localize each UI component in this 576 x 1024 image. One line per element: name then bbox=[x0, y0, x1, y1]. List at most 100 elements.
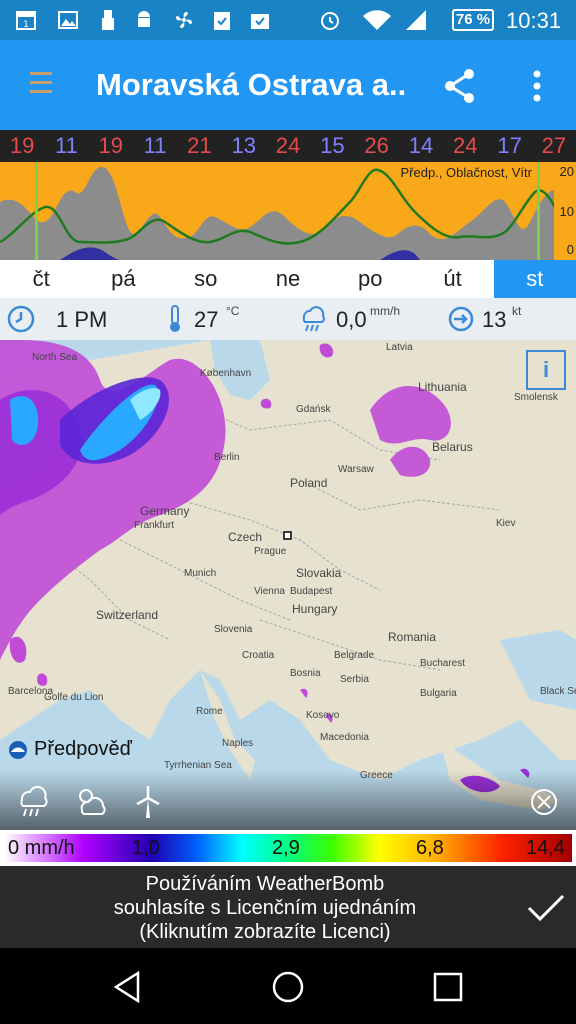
map-label: Croatia bbox=[242, 650, 275, 661]
svg-text:1: 1 bbox=[23, 20, 29, 30]
forecast-graph[interactable]: Předp., Oblačnost, Vítr 20 10 0 bbox=[0, 162, 576, 260]
wind-turbine-icon[interactable] bbox=[128, 784, 168, 820]
temperature-label: 24 bbox=[453, 133, 478, 158]
more-vert-icon[interactable] bbox=[525, 66, 549, 106]
map-label: Belarus bbox=[432, 440, 473, 454]
info-symbol: i bbox=[542, 357, 550, 382]
temperature-value: 27 bbox=[194, 307, 219, 332]
temperature-unit: °C bbox=[226, 304, 240, 318]
nav-home-icon[interactable] bbox=[270, 970, 306, 1004]
tab-day-6[interactable]: st bbox=[493, 260, 576, 298]
precipitation-color-scale: 0 mm/h 1,0 2,9 6,8 14,4 bbox=[0, 830, 576, 866]
status-bar: 1 76 % 10:31 bbox=[0, 0, 576, 40]
map-label: Slovenia bbox=[214, 624, 253, 635]
nav-recents-icon[interactable] bbox=[430, 970, 466, 1004]
info-row: 1 PM 27 °C 0,0 mm/h 13 kt bbox=[0, 298, 576, 340]
share-icon[interactable] bbox=[440, 66, 480, 106]
map-label: Serbia bbox=[340, 674, 369, 685]
selected-time: 1 PM bbox=[56, 307, 108, 332]
license-line-2: souhlasíte s Licenčním ujednáním bbox=[113, 897, 417, 919]
map-label: Switzerland bbox=[96, 608, 159, 622]
map-label: Prague bbox=[254, 546, 287, 557]
map-label: Germany bbox=[140, 504, 190, 518]
map-label: Munich bbox=[184, 568, 217, 579]
map-label: Gdańsk bbox=[296, 404, 331, 415]
map-label: København bbox=[200, 368, 252, 379]
temperature-strip: 19 11 19 11 21 13 24 15 26 14 24 17 27 bbox=[0, 130, 576, 162]
thermometer-icon bbox=[170, 305, 180, 332]
temperature-label: 17 bbox=[497, 133, 522, 158]
clock-time: 10:31 bbox=[506, 8, 562, 33]
tab-day-4[interactable]: po bbox=[329, 260, 411, 298]
check-icon[interactable] bbox=[526, 892, 566, 924]
fan-icon bbox=[175, 11, 193, 29]
map-label: Rome bbox=[196, 706, 223, 717]
radar-map[interactable]: North Sea København Latvia Lithuania Smolens… bbox=[0, 340, 576, 830]
graph-axis-bottom: 0 bbox=[566, 242, 574, 257]
graph-legend: Předp., Oblačnost, Vítr bbox=[400, 165, 532, 180]
tab-day-1[interactable]: pá bbox=[82, 260, 164, 298]
map-label: Hungary bbox=[292, 602, 338, 616]
wifi-icon bbox=[363, 10, 391, 30]
temperature-label: 21 bbox=[187, 133, 212, 158]
scale-stop-2: 2,9 bbox=[272, 837, 300, 859]
map-label: Naples bbox=[222, 738, 254, 749]
map-label: Frankfurt bbox=[134, 520, 175, 531]
map-label: Poland bbox=[290, 476, 328, 490]
map-label: Smolensk bbox=[514, 392, 558, 403]
map-label: Belgrade bbox=[334, 650, 375, 661]
scale-stop-4: 14,4 bbox=[526, 837, 565, 859]
license-banner[interactable]: Používáním WeatherBomb souhlasíte s Lice… bbox=[0, 866, 576, 948]
menu-icon[interactable] bbox=[30, 72, 52, 96]
signal-icon bbox=[406, 10, 426, 30]
map-info-button[interactable]: i bbox=[526, 350, 566, 390]
usb-icon bbox=[102, 10, 114, 30]
tab-day-0[interactable]: čt bbox=[0, 260, 82, 298]
map-label: Macedonia bbox=[320, 732, 369, 743]
temperature-label: 19 bbox=[98, 133, 124, 158]
temperature-label: 15 bbox=[320, 133, 345, 158]
map-label: Czech bbox=[228, 530, 263, 544]
map-label: Budapest bbox=[290, 586, 333, 597]
temperature-label: 14 bbox=[408, 133, 434, 158]
temperature-label: 24 bbox=[275, 133, 301, 158]
image-icon bbox=[58, 11, 78, 29]
satellite-icon[interactable] bbox=[524, 784, 564, 820]
license-text[interactable]: Používáním WeatherBomb souhlasíte s Lice… bbox=[40, 872, 490, 944]
calendar-icon: 1 bbox=[16, 11, 36, 30]
map-label: Lithuania bbox=[418, 380, 467, 394]
graph-axis-top: 20 bbox=[559, 164, 574, 179]
temperature-label: 11 bbox=[55, 133, 78, 158]
map-label: Vienna bbox=[254, 586, 285, 597]
map-label: Warsaw bbox=[338, 464, 374, 475]
map-label: Bucharest bbox=[420, 658, 466, 669]
tab-day-3[interactable]: ne bbox=[247, 260, 329, 298]
location-title[interactable]: Moravská Ostrava a... bbox=[96, 67, 406, 103]
map-label: Kosovo bbox=[306, 710, 340, 721]
radar-rain-icon[interactable] bbox=[14, 784, 54, 820]
tab-day-5[interactable]: út bbox=[411, 260, 493, 298]
temperature-label: 19 bbox=[9, 133, 35, 158]
navigation-bar bbox=[0, 948, 576, 1024]
map-label: Black Sea bbox=[540, 686, 576, 697]
forecast-label[interactable]: Předpověď bbox=[8, 738, 132, 761]
scale-stop-3: 6,8 bbox=[416, 837, 444, 859]
nav-back-icon[interactable] bbox=[110, 970, 146, 1004]
rain-icon bbox=[302, 306, 325, 332]
clipboard-check-icon bbox=[214, 12, 230, 30]
cloud-sun-icon[interactable] bbox=[72, 784, 112, 820]
license-line-1: Používáním WeatherBomb bbox=[145, 873, 385, 895]
wind-value: 13 bbox=[482, 307, 507, 332]
map-label: Berlin bbox=[214, 452, 240, 463]
temperature-label: 26 bbox=[364, 133, 389, 158]
temperature-label: 13 bbox=[231, 133, 256, 158]
graph-axis-mid: 10 bbox=[559, 204, 574, 219]
noaa-logo-icon bbox=[9, 740, 27, 759]
map-label: Bosnia bbox=[290, 668, 321, 679]
scale-stop-0: 0 mm/h bbox=[8, 837, 75, 859]
tab-day-2[interactable]: so bbox=[165, 260, 247, 298]
forecast-label-text: Předpověď bbox=[34, 738, 132, 760]
map-label: Slovakia bbox=[296, 566, 342, 580]
app-bar: Moravská Ostrava a... bbox=[0, 40, 576, 130]
clock-icon bbox=[7, 305, 35, 333]
